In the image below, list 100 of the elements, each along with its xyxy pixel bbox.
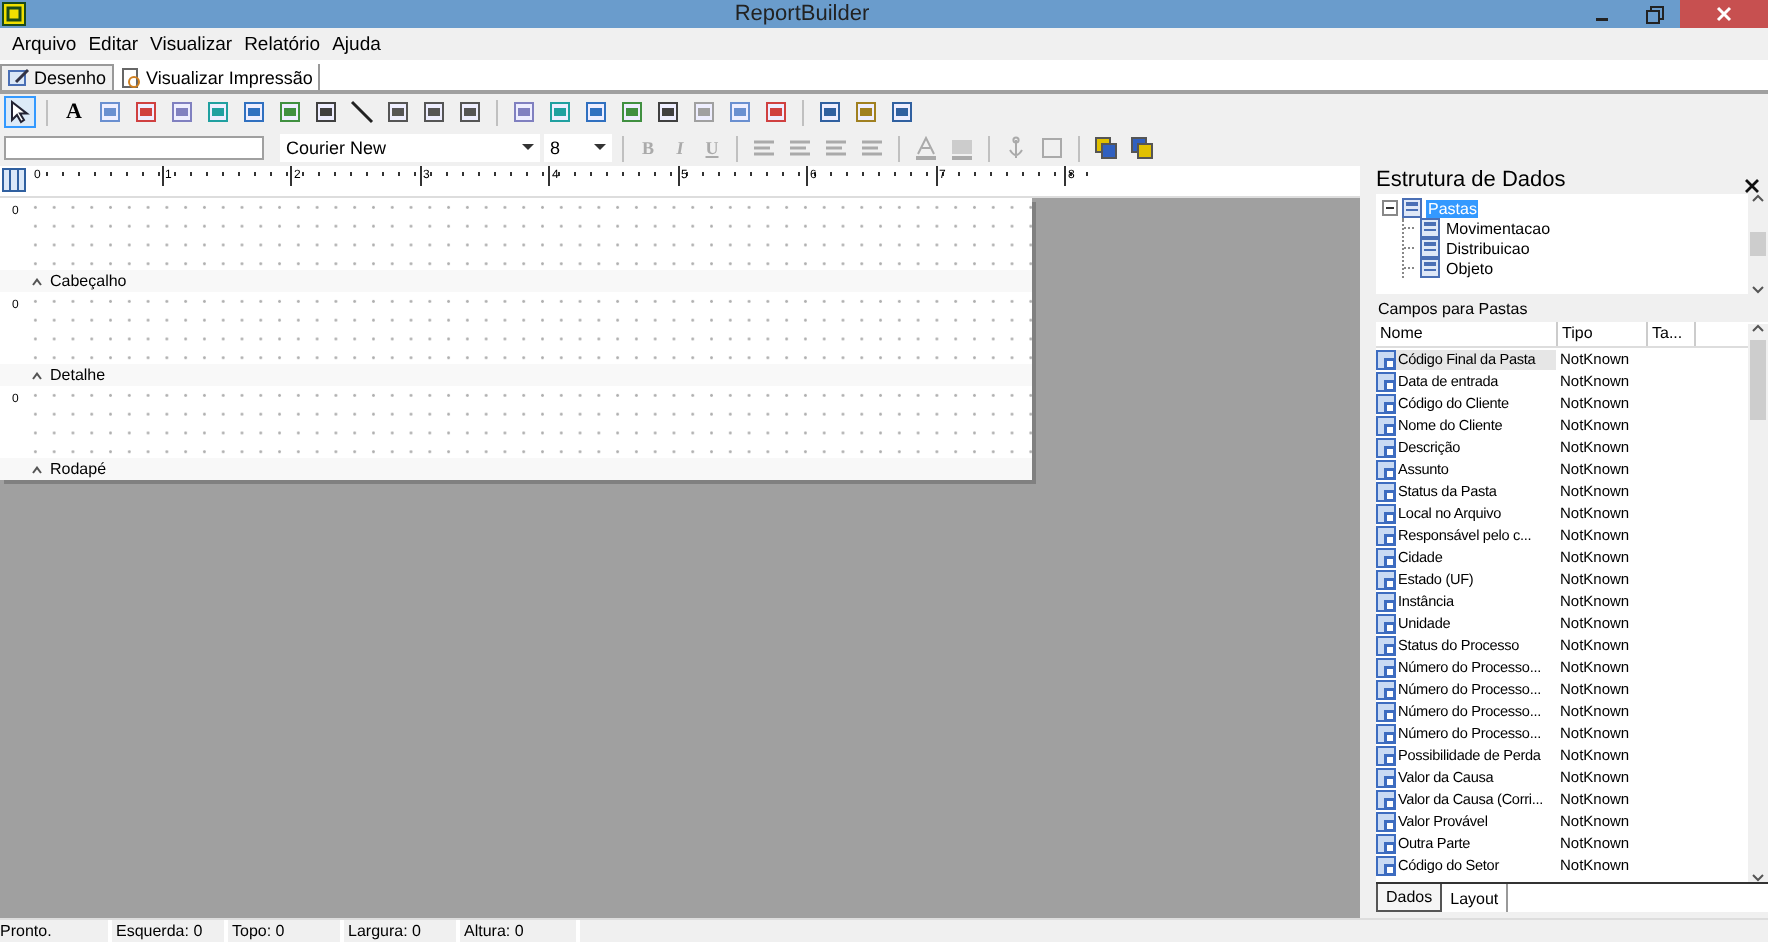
component-icon [134, 100, 158, 124]
table-icon [1420, 238, 1440, 258]
toolbar-icon [914, 136, 938, 160]
scrollbar[interactable] [1748, 324, 1768, 882]
border-button[interactable] [1036, 132, 1068, 164]
caret-icon [32, 371, 42, 379]
component-icon [548, 100, 572, 124]
component-icon [818, 100, 842, 124]
table-icon [1420, 218, 1440, 238]
component-tool-button[interactable] [652, 96, 684, 128]
toolbar-icon [10, 100, 30, 124]
column-header[interactable]: Tipo [1558, 322, 1648, 346]
font-name-dropdown[interactable]: Courier New [280, 134, 540, 162]
align-lines-icon [862, 139, 882, 157]
toolbar-icon [1094, 136, 1118, 160]
toolbar-icon [950, 136, 974, 160]
component-icon [242, 100, 266, 124]
tab[interactable]: Desenho [0, 64, 115, 90]
close-icon [1716, 6, 1732, 22]
component-tool-button[interactable] [382, 96, 414, 128]
component-tool-button[interactable] [238, 96, 270, 128]
component-tool-button[interactable] [418, 96, 450, 128]
pencil-page-icon [8, 68, 30, 88]
menu-item[interactable]: Editar [82, 33, 145, 55]
component-tool-button[interactable] [454, 96, 486, 128]
pointer-tool-button[interactable] [4, 96, 36, 128]
ruler-toggle-icon [2, 168, 26, 192]
status-text: Altura: 0 [460, 920, 580, 942]
align-lines-icon [826, 139, 846, 157]
scrollbar[interactable] [1748, 194, 1768, 294]
component-icon [728, 100, 752, 124]
component-tool-button[interactable] [130, 96, 162, 128]
scroll-up-icon [1752, 324, 1764, 332]
close-icon [1744, 178, 1760, 194]
scrollbar-thumb[interactable] [1750, 232, 1766, 256]
scroll-down-icon [1752, 874, 1764, 882]
component-icon [620, 100, 644, 124]
column-header[interactable]: Nome [1376, 322, 1558, 346]
component-tool-button[interactable] [760, 96, 792, 128]
restore-icon [1645, 5, 1663, 23]
component-icon [854, 100, 878, 124]
component-icon [458, 100, 482, 124]
object-name-field[interactable] [4, 136, 264, 160]
component-tool-button[interactable] [580, 96, 612, 128]
menu-item[interactable]: Visualizar [144, 33, 239, 55]
text-tool-button[interactable]: A [58, 96, 90, 128]
component-icon [692, 100, 716, 124]
component-icon [206, 100, 230, 124]
component-tool-button[interactable] [886, 96, 918, 128]
component-icon [584, 100, 608, 124]
status-text: Esquerda: 0 [112, 920, 228, 942]
scroll-down-icon [1752, 286, 1764, 294]
font-size-dropdown[interactable]: 8 [544, 134, 612, 162]
menu-item[interactable]: Relatório [238, 33, 327, 55]
table-icon [1420, 258, 1440, 278]
scroll-up-icon [1752, 194, 1764, 202]
dropdown-arrow-icon [522, 144, 534, 152]
component-tool-button[interactable] [310, 96, 342, 128]
toolbar-icon [350, 100, 374, 124]
toolbar-icon [1006, 136, 1026, 160]
toolbar-icon [1040, 136, 1064, 160]
menu-item[interactable]: Arquivo [6, 33, 83, 55]
bring-to-front-button[interactable] [1090, 132, 1122, 164]
component-icon [656, 100, 680, 124]
component-tool-button[interactable] [814, 96, 846, 128]
dropdown-arrow-icon [594, 144, 606, 152]
status-text: Largura: 0 [344, 920, 460, 942]
component-icon [170, 100, 194, 124]
toolbar-icon [1130, 136, 1154, 160]
tree-item[interactable]: Objeto [1444, 259, 1496, 277]
component-icon [422, 100, 446, 124]
status-text: Pronto. [0, 920, 112, 942]
scrollbar-thumb[interactable] [1750, 340, 1766, 420]
component-icon [278, 100, 302, 124]
band-title: Rodapé [50, 460, 107, 478]
tree-expander-icon[interactable] [1382, 200, 1398, 216]
component-icon [98, 100, 122, 124]
component-icon [890, 100, 914, 124]
caret-icon [32, 277, 42, 285]
band-title: Detalhe [50, 366, 106, 384]
tab[interactable]: Dados [1376, 884, 1443, 912]
fields-caption: Campos para Pastas [1376, 298, 1530, 322]
app-logo-icon [2, 2, 26, 26]
status-text: Topo: 0 [228, 920, 344, 942]
send-to-back-button[interactable] [1126, 132, 1158, 164]
window-title: ReportBuilder [732, 2, 872, 26]
tree-item[interactable]: Movimentacao [1444, 219, 1553, 237]
tree-item[interactable]: Distribuicao [1444, 239, 1532, 257]
menu-item[interactable]: Ajuda [326, 33, 387, 55]
panel-title: Estrutura de Dados [1376, 168, 1566, 192]
caret-icon [32, 465, 42, 473]
table-icon [1402, 198, 1422, 218]
band-title: Cabeçalho [50, 272, 127, 290]
component-icon [764, 100, 788, 124]
component-icon [386, 100, 410, 124]
align-lines-icon [754, 139, 774, 157]
font-color-button[interactable] [910, 132, 942, 164]
column-header[interactable]: Ta... [1648, 322, 1696, 346]
line-tool-button[interactable] [346, 96, 378, 128]
page-magnifier-icon [120, 67, 143, 87]
